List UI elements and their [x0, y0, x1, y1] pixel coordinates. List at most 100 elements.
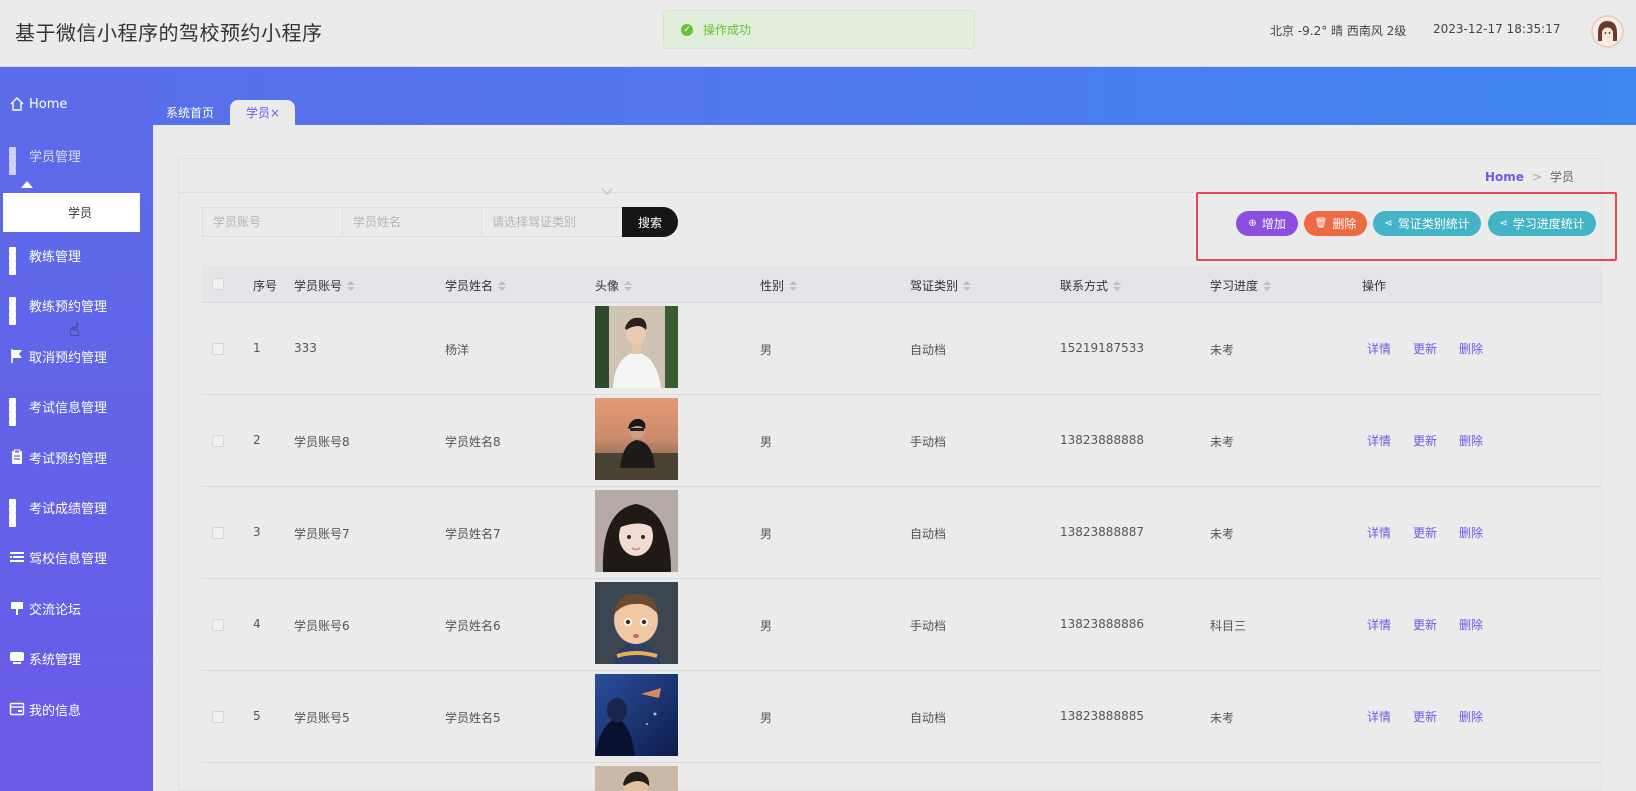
sidebar-item-system[interactable]: 系统管理	[0, 643, 153, 673]
sort-icon	[1113, 280, 1122, 291]
col-header-license[interactable]: 驾证类别	[910, 277, 972, 294]
detail-link[interactable]: 详情	[1367, 340, 1391, 357]
col-header-account[interactable]: 学员账号	[294, 277, 356, 294]
sidebar-item-label: 考试信息管理	[29, 400, 108, 416]
student-photo[interactable]	[595, 306, 678, 388]
grid-icon	[9, 398, 25, 426]
sidebar-subitem-student[interactable]: 学员	[3, 193, 140, 232]
student-photo[interactable]	[595, 398, 678, 480]
app-title: 基于微信小程序的驾校预约小程序	[15, 21, 323, 45]
sidebar	[0, 67, 153, 791]
detail-link[interactable]: 详情	[1367, 708, 1391, 725]
sidebar-item-home[interactable]: Home	[0, 89, 153, 119]
cell-progress: 未考	[1210, 435, 1235, 449]
sidebar-item-coach-booking[interactable]: 教练预约管理	[0, 290, 153, 325]
select-all-checkbox[interactable]	[212, 278, 224, 290]
add-button[interactable]: ⊕ 增加	[1236, 211, 1298, 236]
update-link[interactable]: 更新	[1413, 432, 1437, 449]
sidebar-item-label: 学员管理	[29, 149, 82, 165]
col-header-phone[interactable]: 联系方式	[1060, 277, 1122, 294]
cell-no: 1	[253, 341, 261, 355]
sidebar-item-label: 驾校信息管理	[29, 551, 108, 567]
list-icon	[9, 549, 25, 565]
col-header-name[interactable]: 学员姓名	[445, 277, 507, 294]
breadcrumb-bar: Home > 学员	[178, 158, 1602, 193]
toast-message: 操作成功	[703, 23, 752, 37]
sidebar-item-coach-mgmt[interactable]: 教练管理	[0, 240, 153, 275]
sidebar-item-my-info[interactable]: 我的信息	[0, 694, 153, 724]
sidebar-item-label: 考试成绩管理	[29, 501, 108, 517]
detail-link[interactable]: 详情	[1367, 616, 1391, 633]
table-row: 5 学员账号5 学员姓名5 男 自动档 13823888885 未考 详情 更新…	[202, 671, 1601, 763]
row-checkbox[interactable]	[212, 435, 224, 447]
detail-link[interactable]: 详情	[1367, 432, 1391, 449]
breadcrumb-home[interactable]: Home	[1485, 170, 1524, 184]
student-photo[interactable]	[595, 674, 678, 756]
sidebar-item-cancel-booking[interactable]: 取消预约管理	[0, 341, 153, 371]
update-link[interactable]: 更新	[1413, 524, 1437, 541]
sidebar-item-forum[interactable]: 交流论坛	[0, 593, 153, 623]
col-header-gender[interactable]: 性别	[760, 277, 798, 294]
card-icon	[9, 701, 25, 717]
cell-phone: 13823888885	[1060, 709, 1144, 723]
sidebar-item-exam-info[interactable]: 考试信息管理	[0, 391, 153, 426]
sign-icon	[9, 600, 25, 616]
sidebar-item-student-mgmt[interactable]: 学员管理	[0, 140, 153, 175]
row-checkbox[interactable]	[212, 343, 224, 355]
student-photo[interactable]	[595, 582, 678, 664]
name-search-input[interactable]	[342, 207, 482, 237]
delete-link[interactable]: 删除	[1459, 432, 1483, 449]
cell-progress: 未考	[1210, 711, 1235, 725]
update-link[interactable]: 更新	[1413, 616, 1437, 633]
delete-link[interactable]: 删除	[1459, 340, 1483, 357]
account-search-input[interactable]	[202, 207, 343, 237]
breadcrumb: Home > 学员	[1485, 168, 1574, 185]
share-icon: ⋖	[1384, 218, 1393, 229]
col-header-avatar[interactable]: 头像	[595, 277, 633, 294]
sidebar-item-exam-booking[interactable]: 考试预约管理	[0, 442, 153, 472]
update-link[interactable]: 更新	[1413, 340, 1437, 357]
cell-phone: 13823888887	[1060, 525, 1144, 539]
share-icon: ⋖	[1499, 218, 1508, 229]
plus-circle-icon: ⊕	[1248, 218, 1257, 229]
delete-button[interactable]: 🗑 删除	[1304, 211, 1367, 236]
license-stats-button[interactable]: ⋖ 驾证类别统计	[1373, 211, 1481, 236]
col-header-actions: 操作	[1362, 279, 1387, 293]
user-avatar[interactable]	[1591, 15, 1624, 48]
cell-phone: 15219187533	[1060, 341, 1144, 355]
cell-gender: 男	[760, 343, 773, 357]
delete-link[interactable]: 删除	[1459, 616, 1483, 633]
current-datetime: 2023-12-17 18:35:17	[1433, 22, 1561, 36]
tab-student[interactable]: 学员×	[230, 100, 295, 125]
progress-stats-button[interactable]: ⋖ 学习进度统计	[1488, 211, 1596, 236]
license-type-select[interactable]	[481, 207, 623, 237]
sidebar-item-school-info[interactable]: 驾校信息管理	[0, 542, 153, 572]
cell-account: 333	[294, 341, 317, 355]
cell-no: 3	[253, 525, 261, 539]
col-header-progress[interactable]: 学习进度	[1210, 277, 1272, 294]
search-button[interactable]: 搜索	[622, 207, 678, 237]
update-link[interactable]: 更新	[1413, 708, 1437, 725]
cell-name: 学员姓名8	[445, 435, 501, 449]
cell-license: 自动档	[910, 343, 947, 357]
sidebar-item-label: 交流论坛	[29, 602, 82, 618]
grid-icon	[9, 297, 25, 325]
sidebar-item-exam-scores[interactable]: 考试成绩管理	[0, 492, 153, 527]
delete-link[interactable]: 删除	[1459, 524, 1483, 541]
sidebar-item-label: 教练预约管理	[29, 299, 108, 315]
sidebar-item-label: 考试预约管理	[29, 451, 108, 467]
cell-gender: 男	[760, 619, 773, 633]
cell-license: 手动档	[910, 619, 947, 633]
detail-link[interactable]: 详情	[1367, 524, 1391, 541]
cell-gender: 男	[760, 711, 773, 725]
row-checkbox[interactable]	[212, 527, 224, 539]
sidebar-item-label: 我的信息	[29, 703, 82, 719]
flag-icon	[9, 348, 25, 364]
cell-license: 手动档	[910, 435, 947, 449]
delete-link[interactable]: 删除	[1459, 708, 1483, 725]
student-photo[interactable]	[595, 490, 678, 572]
row-checkbox[interactable]	[212, 711, 224, 723]
student-photo[interactable]	[595, 766, 678, 791]
row-checkbox[interactable]	[212, 619, 224, 631]
tab-home[interactable]: 系统首页	[166, 100, 214, 125]
